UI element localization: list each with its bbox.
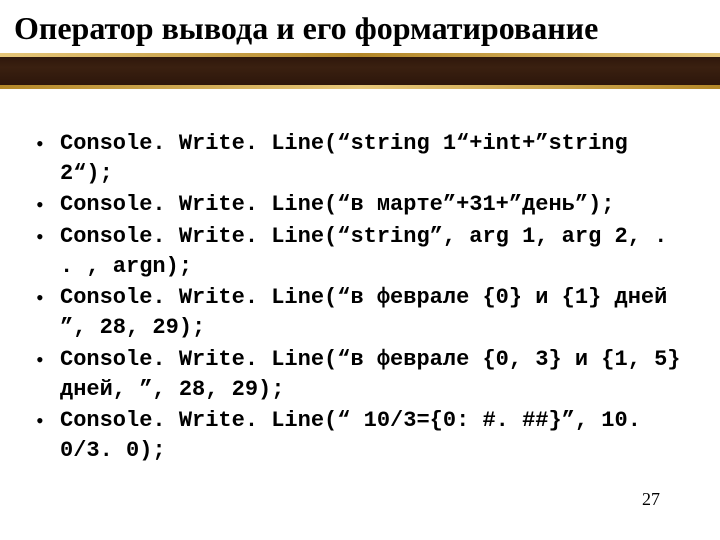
list-item: Console. Write. Line(“в феврале {0} и {1…	[30, 283, 690, 342]
slide: Оператор вывода и его форматирование Con…	[0, 0, 720, 540]
slide-content: Console. Write. Line(“string 1“+int+”str…	[0, 89, 720, 466]
slide-title: Оператор вывода и его форматирование	[0, 0, 720, 53]
page-number: 27	[642, 489, 660, 510]
list-item: Console. Write. Line(“string”, arg 1, ar…	[30, 222, 690, 281]
decorative-band	[0, 53, 720, 89]
list-item: Console. Write. Line(“ 10/3={0: #. ##}”,…	[30, 406, 690, 465]
list-item: Console. Write. Line(“в марте”+31+”день”…	[30, 190, 690, 220]
list-item: Console. Write. Line(“в феврале {0, 3} и…	[30, 345, 690, 404]
bullet-list: Console. Write. Line(“string 1“+int+”str…	[30, 129, 690, 466]
list-item: Console. Write. Line(“string 1“+int+”str…	[30, 129, 690, 188]
